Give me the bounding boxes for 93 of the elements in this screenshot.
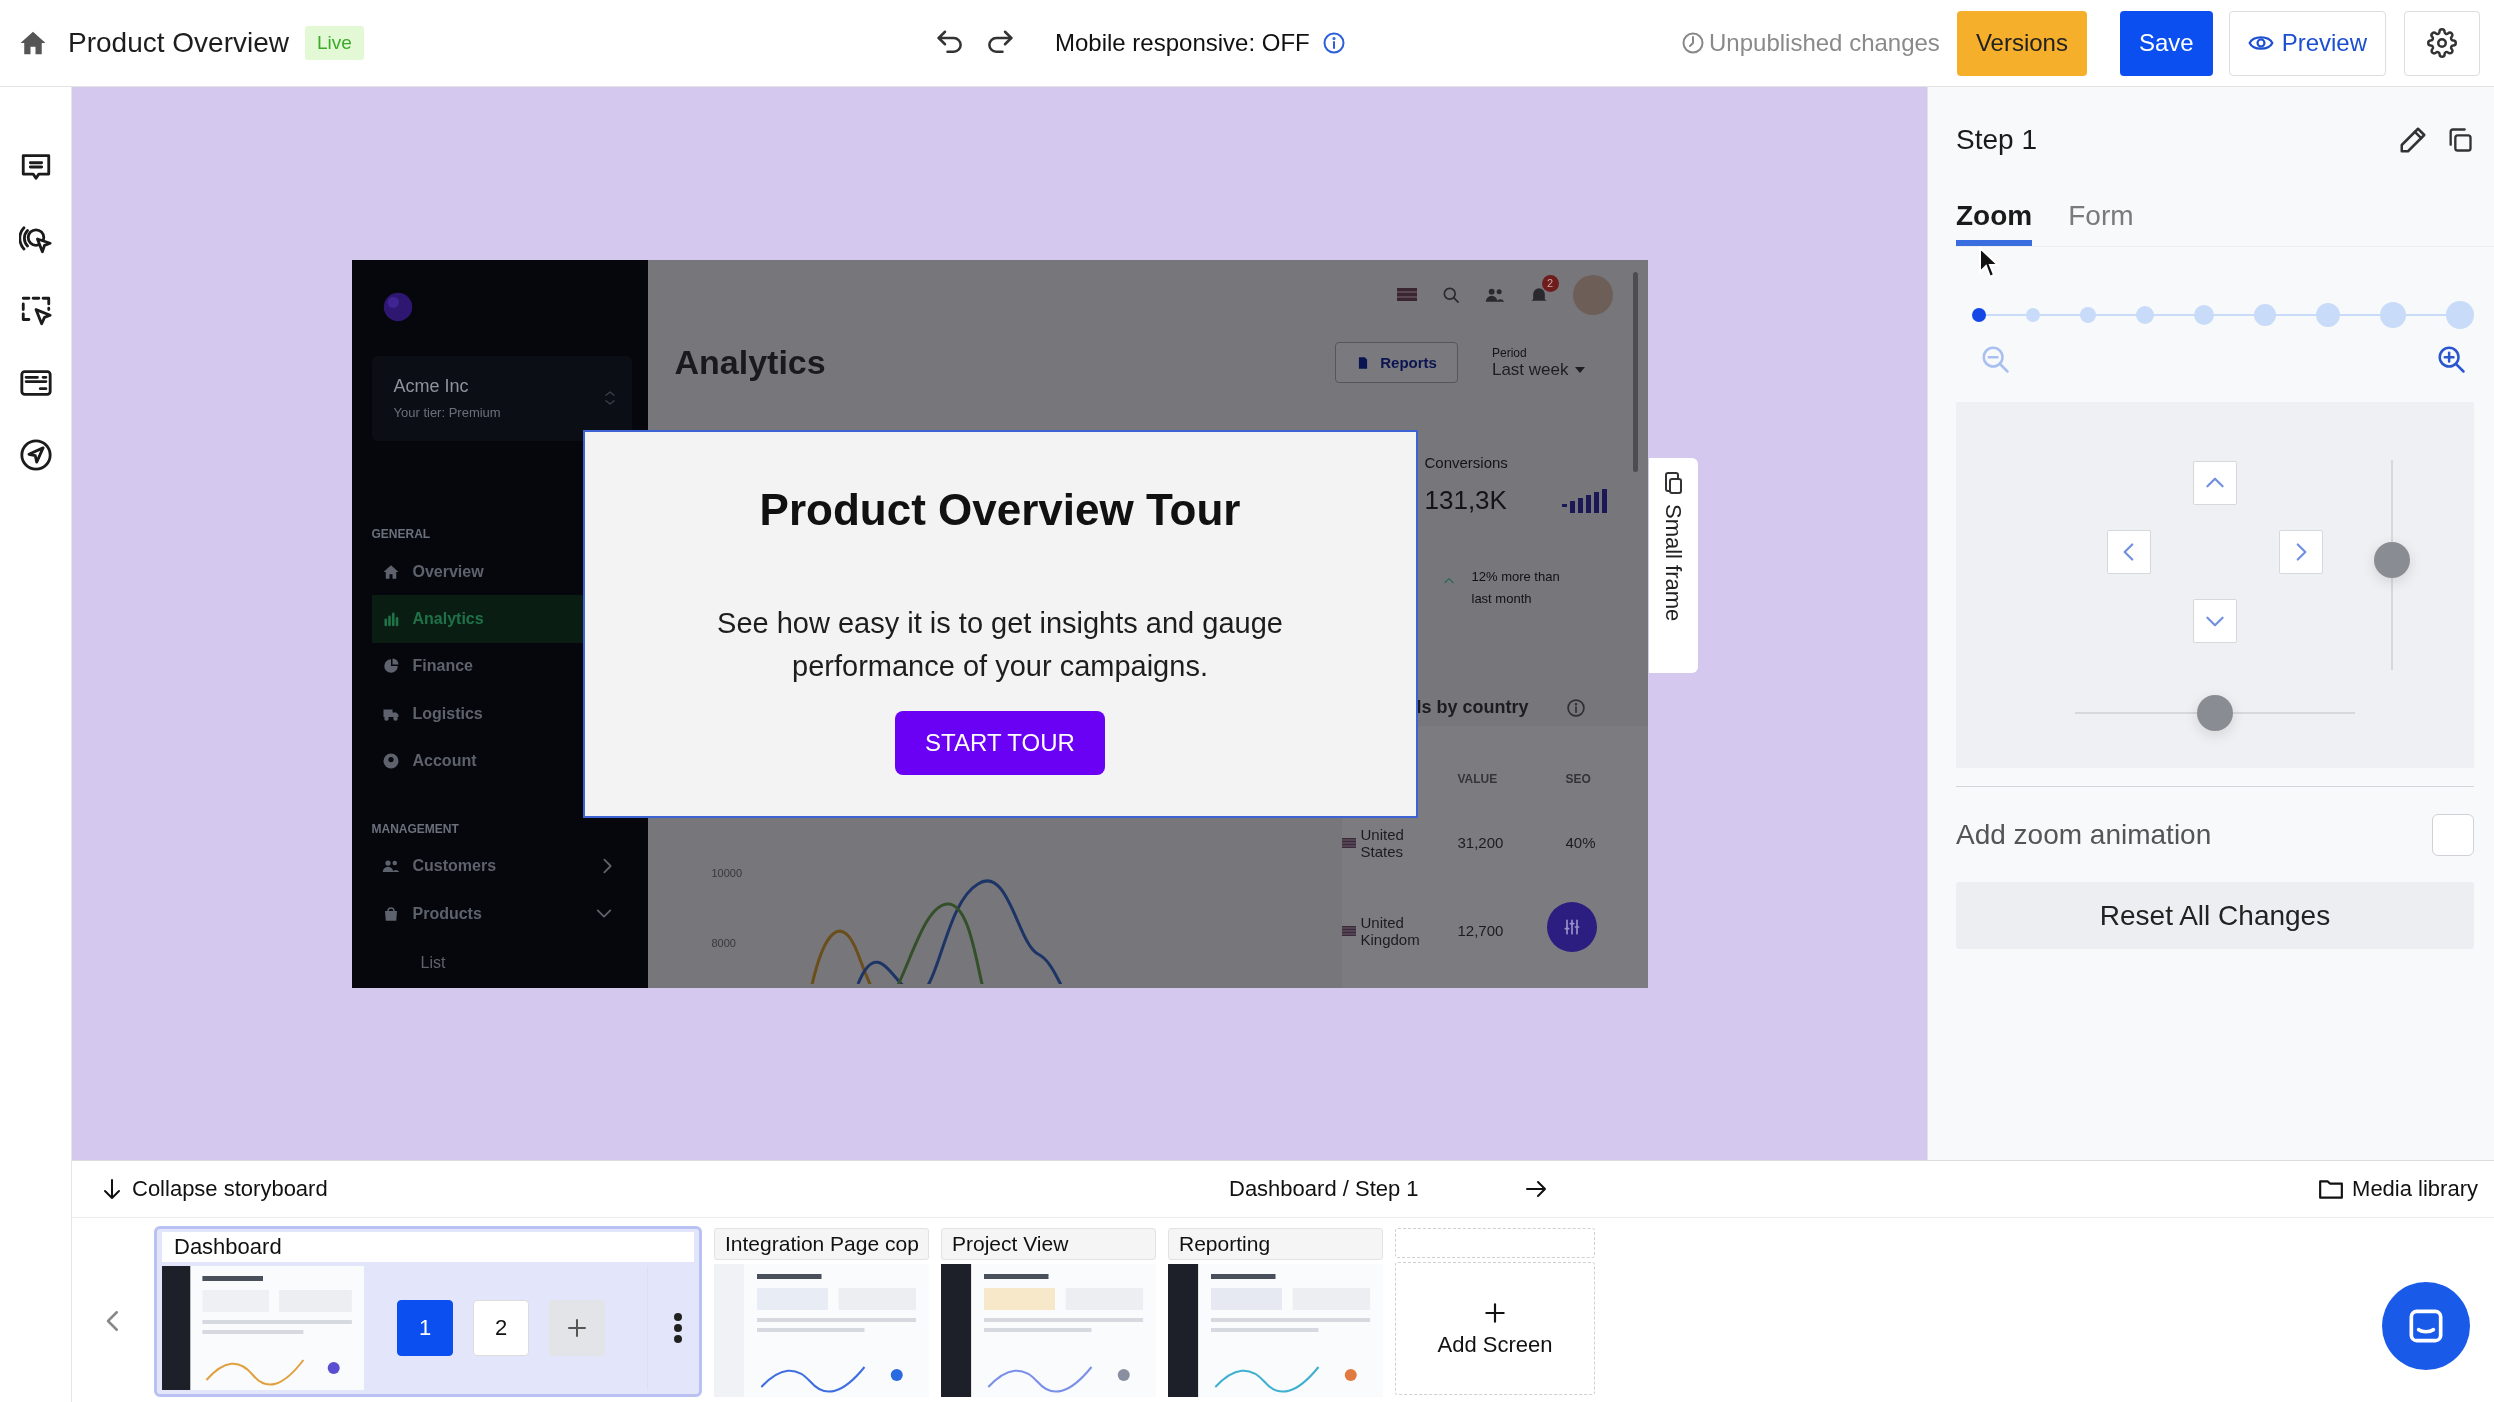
status-badge: Live [304, 26, 364, 60]
flag-icon [1396, 288, 1417, 301]
more-icon[interactable] [674, 1313, 682, 1343]
step-title: Step 1 [1956, 124, 2037, 156]
slider-thumb[interactable] [2197, 695, 2233, 731]
collapse-storyboard-button[interactable]: Collapse storyboard [100, 1176, 1229, 1202]
navigation-icon [18, 438, 53, 472]
slider-thumb[interactable] [2374, 541, 2410, 578]
country-name: United Kingdom [1360, 913, 1421, 948]
period-dropdown[interactable]: Last week [1491, 359, 1585, 380]
cursor-icon [1978, 246, 2000, 280]
responsive-toggle[interactable]: Mobile responsive: OFF [1055, 29, 1310, 57]
screen-name[interactable]: Dashboard [162, 1232, 694, 1262]
axis-tick-label: 10000 [711, 865, 743, 881]
zoom-in-icon [2436, 344, 2466, 374]
nav-section-title: GENERAL [371, 525, 432, 543]
metric-label: Conversions [1424, 452, 1509, 473]
flag-icon [1341, 925, 1356, 936]
metric-note: 12% more than last month [1471, 567, 1561, 608]
org-name: Acme Inc [393, 376, 470, 398]
period-label: Period [1491, 345, 1528, 360]
zoom-level-dot[interactable] [2026, 308, 2040, 322]
add-screen-button[interactable]: Add Screen [1395, 1262, 1595, 1395]
clock-icon [1681, 31, 1706, 55]
reset-button[interactable]: Reset All Changes [1956, 882, 2474, 949]
screen-name[interactable]: Reporting [1168, 1228, 1383, 1260]
preview-button[interactable]: Preview [2228, 10, 2386, 76]
settings-button[interactable] [2404, 10, 2480, 76]
zoom-level-dot[interactable] [2080, 307, 2096, 323]
caret-down-icon [1574, 366, 1585, 373]
pencil-icon [2398, 125, 2428, 155]
zoom-level-dot[interactable] [2380, 302, 2406, 328]
zoom-level-dot[interactable] [2446, 301, 2474, 329]
reports-button[interactable]: Reports [1335, 342, 1458, 383]
versions-button[interactable]: Versions [1956, 10, 2087, 76]
column-header: SEO [1565, 771, 1592, 786]
org-switcher[interactable]: Acme Inc Your tier: Premium [371, 355, 632, 441]
zoom-level-dot[interactable] [2136, 306, 2154, 324]
zoom-out-icon [1980, 344, 2010, 374]
step-button[interactable]: 2 [473, 1300, 529, 1356]
screen-thumbnail[interactable] [162, 1266, 364, 1390]
option-label: Add zoom animation [1956, 818, 2212, 851]
media-library-button[interactable]: Media library [2318, 1176, 2478, 1202]
zoom-level-dot[interactable] [2194, 305, 2214, 325]
modal-title: Product Overview Tour [759, 483, 1241, 536]
card-title: ls by country [1416, 697, 1529, 718]
step-button[interactable]: 1 [397, 1300, 453, 1356]
notification-badge: 2 [1541, 274, 1559, 292]
metric-value: 131,3K [1424, 485, 1507, 516]
flag-icon [1341, 837, 1356, 848]
tab[interactable]: Zoom [1956, 200, 2033, 246]
plus-icon [565, 1316, 589, 1340]
checkbox[interactable] [2432, 813, 2474, 856]
screen-name[interactable]: Integration Page cop [714, 1228, 929, 1260]
breadcrumb: Dashboard / Step 1 [1229, 1176, 1419, 1202]
tab[interactable]: Form [2068, 200, 2134, 246]
add-step-button[interactable] [549, 1300, 605, 1356]
zoom-in-button[interactable] [2436, 344, 2466, 374]
table-cell-text: 40% [1565, 834, 1597, 851]
column-header: VALUE [1457, 771, 1499, 786]
screen-card[interactable]: Project View [941, 1228, 1156, 1397]
zoom-level-dot[interactable] [2254, 304, 2276, 326]
settings-icon [2427, 28, 2457, 58]
nav-section-title: MANAGEMENT [371, 820, 460, 838]
screen-card[interactable]: Reporting [1168, 1228, 1383, 1397]
plan-label: Your tier: Premium [393, 405, 501, 421]
screen-name[interactable]: Project View [941, 1228, 1156, 1260]
start-tour-button[interactable]: START TOUR [895, 710, 1105, 775]
pan-down-button[interactable] [2193, 599, 2237, 643]
save-status: Unpublished changes [1709, 29, 1940, 57]
pie-chart-icon [381, 657, 400, 676]
screen-card[interactable]: Dashboard 1 2 [154, 1226, 702, 1397]
info-icon [1565, 697, 1586, 718]
page-heading: Analytics [674, 343, 827, 382]
save-button[interactable]: Save [2119, 10, 2213, 76]
axis-tick-label: 8000 [711, 935, 737, 951]
table-cell-text: 31,200 [1457, 834, 1505, 851]
zoom-level-dot[interactable] [2316, 303, 2340, 327]
info-icon [1321, 31, 1346, 55]
table-cell-text: 12,700 [1457, 922, 1505, 939]
page-title: Product Overview [68, 27, 289, 59]
screen-card[interactable]: Integration Page cop [714, 1228, 929, 1397]
frame-size-tab[interactable]: Small frame [1648, 457, 1698, 673]
user-icon [381, 752, 400, 771]
pan-left-button[interactable] [2107, 530, 2151, 574]
edit-button[interactable] [2398, 125, 2428, 155]
navigation-tool[interactable] [18, 438, 53, 472]
pan-right-button[interactable] [2279, 530, 2323, 574]
zoom-level-dot[interactable] [1972, 308, 1986, 322]
modal-text: See how easy it is to get insights and gauge performance of your campaigns. [716, 605, 1284, 684]
signal-bars-icon [1561, 488, 1608, 513]
country-name: United States [1360, 825, 1405, 860]
pan-up-button[interactable] [2193, 461, 2237, 505]
